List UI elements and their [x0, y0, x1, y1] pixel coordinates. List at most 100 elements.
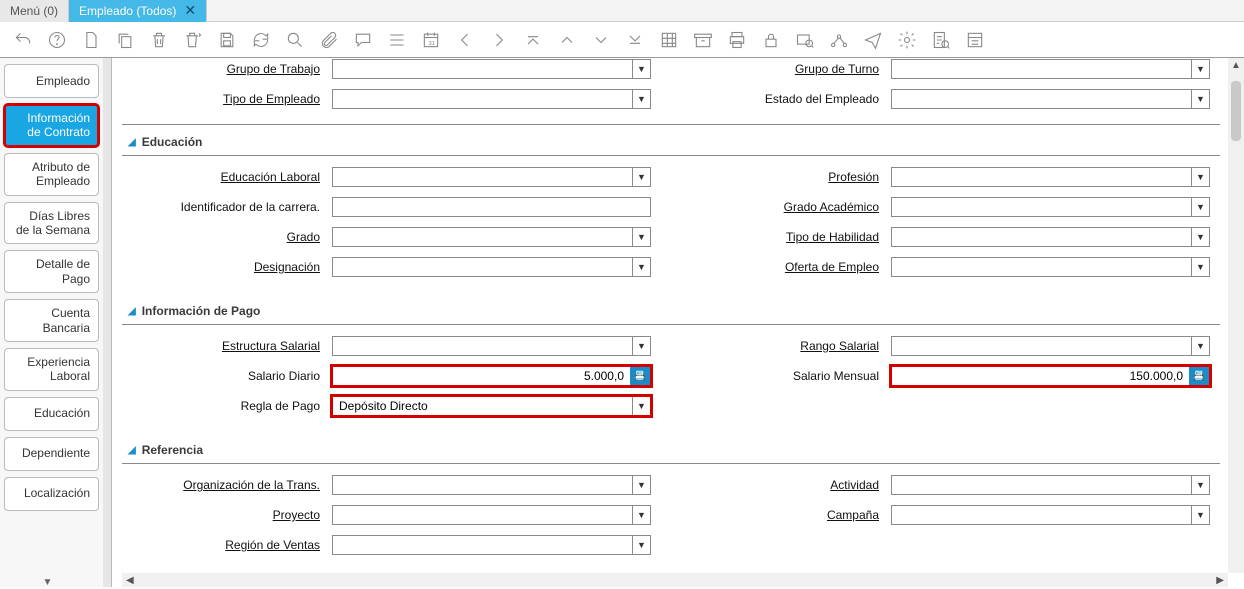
sidebar-item-detalle-pago[interactable]: Detalle de Pago: [4, 250, 99, 293]
combo-campana[interactable]: ▼: [891, 505, 1210, 525]
input[interactable]: [333, 228, 632, 246]
section-header-pago[interactable]: ◢Información de Pago: [122, 300, 1220, 325]
new-icon[interactable]: [80, 29, 102, 51]
sidebar-item-atributo-empleado[interactable]: Atributo de Empleado: [4, 153, 99, 196]
input[interactable]: [892, 476, 1191, 494]
input[interactable]: [333, 60, 632, 78]
input[interactable]: [333, 397, 632, 415]
input[interactable]: [892, 337, 1191, 355]
input[interactable]: [333, 536, 632, 554]
sidebar-item-experiencia-laboral[interactable]: Experiencia Laboral: [4, 348, 99, 391]
combo-grado[interactable]: ▼: [332, 227, 651, 247]
chevron-down-icon[interactable]: ▼: [1191, 506, 1209, 524]
input[interactable]: [892, 258, 1191, 276]
combo-org-trans[interactable]: ▼: [332, 475, 651, 495]
input[interactable]: [333, 168, 632, 186]
chevron-down-icon[interactable]: ▼: [632, 337, 650, 355]
chevron-down-icon[interactable]: ▼: [632, 90, 650, 108]
sidebar-item-dias-libres[interactable]: Días Libres de la Semana: [4, 202, 99, 245]
chat-icon[interactable]: [352, 29, 374, 51]
combo-region-ventas[interactable]: ▼: [332, 535, 651, 555]
first-icon[interactable]: [522, 29, 544, 51]
input[interactable]: [333, 337, 632, 355]
sidebar-item-dependiente[interactable]: Dependiente: [4, 437, 99, 471]
input[interactable]: [892, 367, 1189, 385]
chevron-down-icon[interactable]: ▼: [632, 506, 650, 524]
search-icon[interactable]: [284, 29, 306, 51]
input[interactable]: [892, 60, 1191, 78]
down-icon[interactable]: [590, 29, 612, 51]
chevron-down-icon[interactable]: ▼: [1191, 337, 1209, 355]
input[interactable]: [333, 198, 650, 216]
sidebar-item-localizacion[interactable]: Localización: [4, 477, 99, 511]
combo-estado-empleado[interactable]: ▼: [891, 89, 1210, 109]
section-header-referencia[interactable]: ◢Referencia: [122, 439, 1220, 464]
chevron-down-icon[interactable]: ▼: [632, 258, 650, 276]
scroll-up-icon[interactable]: ▲: [1231, 60, 1241, 71]
gear-icon[interactable]: [896, 29, 918, 51]
chevron-down-icon[interactable]: ▼: [1191, 90, 1209, 108]
sidebar-item-educacion[interactable]: Educación: [4, 397, 99, 431]
chevron-down-icon[interactable]: ▼: [632, 60, 650, 78]
chevron-down-icon[interactable]: ▼: [1191, 258, 1209, 276]
combo-regla-pago[interactable]: ▼: [332, 396, 651, 416]
combo-grupo-trabajo[interactable]: ▼: [332, 59, 651, 79]
calendar-icon[interactable]: 31: [420, 29, 442, 51]
chevron-down-icon[interactable]: ▼: [632, 168, 650, 186]
input-id-carrera[interactable]: [332, 197, 651, 217]
input-salario-diario[interactable]: 📇: [332, 366, 651, 386]
delete-all-icon[interactable]: [182, 29, 204, 51]
vertical-scrollbar[interactable]: ▲: [1228, 58, 1244, 573]
combo-oferta-empleo[interactable]: ▼: [891, 257, 1210, 277]
chevron-down-icon[interactable]: ▼: [632, 536, 650, 554]
zoom-icon[interactable]: [794, 29, 816, 51]
scroll-right-icon[interactable]: ▶: [1212, 575, 1228, 586]
delete-icon[interactable]: [148, 29, 170, 51]
chevron-down-icon[interactable]: ▼: [1191, 60, 1209, 78]
close-icon[interactable]: ✕: [184, 2, 196, 19]
input-salario-mensual[interactable]: 📇: [891, 366, 1210, 386]
attachment-icon[interactable]: [318, 29, 340, 51]
help-icon[interactable]: [46, 29, 68, 51]
chevron-down-icon[interactable]: ▼: [632, 397, 650, 415]
sidebar-item-empleado[interactable]: Empleado: [4, 64, 99, 98]
workflow-icon[interactable]: [828, 29, 850, 51]
grid-icon[interactable]: [658, 29, 680, 51]
next-icon[interactable]: [488, 29, 510, 51]
lock-icon[interactable]: [760, 29, 782, 51]
scroll-left-icon[interactable]: ◀: [122, 575, 138, 586]
combo-grado-acad[interactable]: ▼: [891, 197, 1210, 217]
section-header-educacion[interactable]: ◢Educación: [122, 131, 1220, 156]
last-icon[interactable]: [624, 29, 646, 51]
sidebar-scrollbar[interactable]: [103, 58, 111, 587]
input[interactable]: [892, 90, 1191, 108]
copy-icon[interactable]: [114, 29, 136, 51]
combo-grupo-turno[interactable]: ▼: [891, 59, 1210, 79]
scroll-thumb[interactable]: [1231, 81, 1241, 141]
tab-empleado[interactable]: Empleado (Todos) ✕: [69, 0, 207, 22]
combo-rango-salarial[interactable]: ▼: [891, 336, 1210, 356]
input[interactable]: [892, 506, 1191, 524]
input[interactable]: [892, 228, 1191, 246]
refresh-icon[interactable]: [250, 29, 272, 51]
combo-designacion[interactable]: ▼: [332, 257, 651, 277]
chevron-down-icon[interactable]: ▼: [1191, 228, 1209, 246]
combo-educacion-laboral[interactable]: ▼: [332, 167, 651, 187]
combo-tipo-habilidad[interactable]: ▼: [891, 227, 1210, 247]
input[interactable]: [892, 168, 1191, 186]
chevron-down-icon[interactable]: ▼: [632, 476, 650, 494]
sidebar-item-cuenta-bancaria[interactable]: Cuenta Bancaria: [4, 299, 99, 342]
combo-actividad[interactable]: ▼: [891, 475, 1210, 495]
input[interactable]: [892, 198, 1191, 216]
chevron-down-icon[interactable]: ▼: [632, 228, 650, 246]
list-icon[interactable]: [386, 29, 408, 51]
chevron-down-icon[interactable]: ▼: [1191, 198, 1209, 216]
calculator-icon[interactable]: 📇: [1189, 367, 1209, 385]
input[interactable]: [333, 476, 632, 494]
undo-icon[interactable]: [12, 29, 34, 51]
combo-profesion[interactable]: ▼: [891, 167, 1210, 187]
combo-tipo-empleado[interactable]: ▼: [332, 89, 651, 109]
calculator-icon[interactable]: 📇: [630, 367, 650, 385]
chevron-down-icon[interactable]: ▼: [1191, 476, 1209, 494]
prev-icon[interactable]: [454, 29, 476, 51]
